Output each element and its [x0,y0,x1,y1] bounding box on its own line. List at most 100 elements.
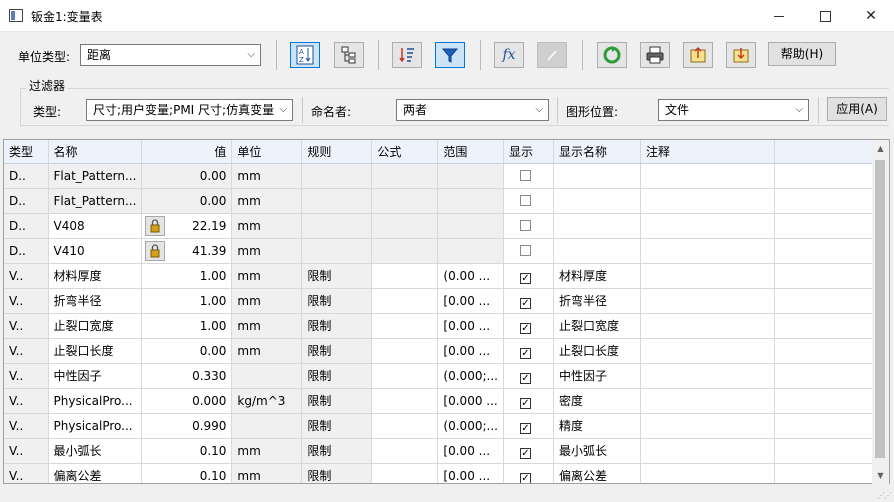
lock-icon[interactable] [145,215,166,236]
cell-display-name[interactable]: 材料厚度 [553,263,641,289]
col-header-display-name[interactable]: 显示名称 [553,140,641,164]
cell-range[interactable]: [0.00 ... [437,438,504,464]
cell-range[interactable]: [0.00 ... [437,313,504,339]
cell-name[interactable]: 止裂口宽度 [48,313,143,339]
refresh-button[interactable] [597,42,627,68]
cell-value[interactable]: 0.000 [141,388,233,414]
cell-note[interactable] [640,163,775,189]
cell-rule[interactable]: 限制 [301,313,373,339]
cell-formula[interactable] [371,213,439,239]
cell-name[interactable]: PhysicalPro... [48,413,143,439]
cell-display-name[interactable]: 止裂口宽度 [553,313,641,339]
cell-range[interactable]: (0.000;... [437,363,504,389]
scroll-up-icon[interactable]: ▲ [872,140,889,157]
cell-name[interactable]: Flat_Pattern... [48,188,143,214]
cell-formula[interactable] [371,263,439,289]
cell-formula[interactable] [371,338,439,364]
cell-value[interactable]: 0.00 [141,188,233,214]
cell-show[interactable]: ✓ [503,413,554,439]
cell-range[interactable] [437,238,504,264]
cell-range[interactable]: [0.00 ... [437,463,504,483]
tree-view-button[interactable] [334,42,364,68]
cell-value[interactable]: 0.990 [141,413,233,439]
cell-note[interactable] [640,338,775,364]
cell-display-name[interactable]: 精度 [553,413,641,439]
col-header-name[interactable]: 名称 [48,140,143,164]
cell-show[interactable] [503,163,554,189]
import-button[interactable] [726,42,756,68]
show-checkbox[interactable] [519,194,531,206]
show-checkbox[interactable]: ✓ [519,347,531,359]
cell-range[interactable]: [0.00 ... [437,288,504,314]
cell-display-name[interactable]: 密度 [553,388,641,414]
show-checkbox[interactable]: ✓ [519,447,531,459]
sort-order-button[interactable] [392,42,422,68]
cell-rule[interactable]: 限制 [301,463,373,483]
cell-display-name[interactable] [553,238,641,264]
col-header-value[interactable]: 值 [141,140,233,164]
show-checkbox[interactable]: ✓ [519,422,531,434]
table-row[interactable]: V.. 止裂口宽度 1.00 mm 限制 [0.00 ... ✓ 止裂口宽度 [4,313,877,339]
table-row[interactable]: V.. 偏离公差 0.10 mm 限制 [0.00 ... ✓ 偏离公差 [4,463,877,483]
show-checkbox[interactable] [519,244,531,256]
edit-button[interactable] [537,42,567,68]
cell-name[interactable]: Flat_Pattern... [48,163,143,189]
cell-show[interactable]: ✓ [503,263,554,289]
cell-formula[interactable] [371,288,439,314]
cell-value[interactable]: 1.00 [141,288,233,314]
cell-value[interactable]: 1.00 [141,263,233,289]
table-row[interactable]: V.. 折弯半径 1.00 mm 限制 [0.00 ... ✓ 折弯半径 [4,288,877,314]
cell-note[interactable] [640,438,775,464]
table-row[interactable]: V.. 止裂口长度 0.00 mm 限制 [0.00 ... ✓ 止裂口长度 [4,338,877,364]
cell-show[interactable]: ✓ [503,288,554,314]
cell-formula[interactable] [371,313,439,339]
show-checkbox[interactable] [519,219,531,231]
cell-name[interactable]: PhysicalPro... [48,388,143,414]
cell-range[interactable] [437,213,504,239]
resize-grip-icon[interactable]: ⋰⋰ [877,491,892,500]
cell-rule[interactable]: 限制 [301,288,373,314]
cell-note[interactable] [640,313,775,339]
cell-formula[interactable] [371,388,439,414]
cell-show[interactable]: ✓ [503,388,554,414]
sort-az-button[interactable]: AZ [290,42,320,68]
cell-show[interactable]: ✓ [503,463,554,483]
table-row[interactable]: D.. V408 22.19 mm [4,213,877,239]
print-button[interactable] [640,42,670,68]
unit-type-combo[interactable]: 距离 ⌵ [80,44,261,66]
table-row[interactable]: D.. V410 41.39 mm [4,238,877,264]
cell-note[interactable] [640,288,775,314]
cell-display-name[interactable]: 折弯半径 [553,288,641,314]
cell-formula[interactable] [371,438,439,464]
cell-range[interactable] [437,188,504,214]
show-checkbox[interactable] [519,169,531,181]
show-checkbox[interactable]: ✓ [519,372,531,384]
show-checkbox[interactable]: ✓ [519,472,531,483]
cell-value[interactable]: 0.00 [141,163,233,189]
cell-name[interactable]: 折弯半径 [48,288,143,314]
cell-rule[interactable]: 限制 [301,363,373,389]
cell-display-name[interactable]: 最小弧长 [553,438,641,464]
cell-display-name[interactable] [553,163,641,189]
help-button[interactable]: 帮助(H) [768,42,836,66]
cell-display-name[interactable] [553,213,641,239]
cell-show[interactable]: ✓ [503,338,554,364]
cell-value[interactable]: 0.330 [141,363,233,389]
cell-note[interactable] [640,188,775,214]
show-checkbox[interactable]: ✓ [519,297,531,309]
cell-name[interactable]: V410 [48,238,143,264]
cell-name[interactable]: 最小弧长 [48,438,143,464]
table-row[interactable]: V.. PhysicalPro... 0.000 kg/m^3 限制 [0.000 ...… [4,388,877,414]
cell-rule[interactable]: 限制 [301,263,373,289]
cell-name[interactable]: 止裂口长度 [48,338,143,364]
cell-rule[interactable] [301,213,373,239]
cell-range[interactable]: (0.000;... [437,413,504,439]
cell-rule[interactable]: 限制 [301,413,373,439]
apply-button[interactable]: 应用(A) [827,97,887,121]
scroll-down-icon[interactable]: ▼ [872,467,889,484]
formula-button[interactable]: fx [494,42,524,68]
cell-note[interactable] [640,238,775,264]
cell-rule[interactable]: 限制 [301,388,373,414]
table-row[interactable]: V.. PhysicalPro... 0.990 限制 (0.000;... ✓ 精度 [4,413,877,439]
cell-value[interactable]: 1.00 [141,313,233,339]
